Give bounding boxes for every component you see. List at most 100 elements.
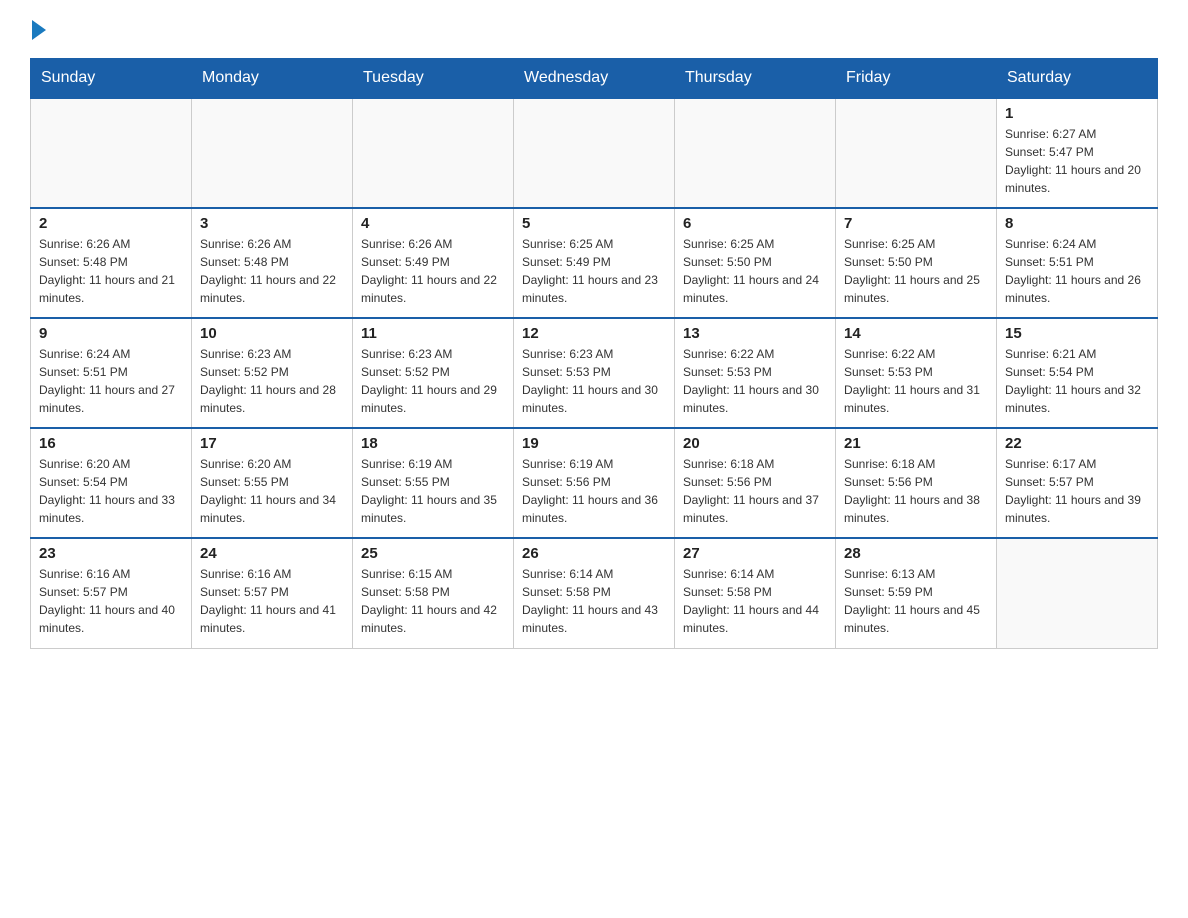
logo-triangle-icon: [32, 20, 46, 40]
day-info: Sunrise: 6:19 AMSunset: 5:56 PMDaylight:…: [522, 455, 666, 527]
day-info: Sunrise: 6:24 AMSunset: 5:51 PMDaylight:…: [39, 345, 183, 417]
day-number: 7: [844, 215, 988, 232]
calendar-header-friday: Friday: [836, 59, 997, 99]
day-number: 25: [361, 545, 505, 562]
week-row-3: 9 Sunrise: 6:24 AMSunset: 5:51 PMDaylight…: [31, 318, 1158, 428]
calendar-cell: 20 Sunrise: 6:18 AMSunset: 5:56 PMDayligh…: [675, 428, 836, 538]
calendar-header-row: SundayMondayTuesdayWednesdayThursdayFrid…: [31, 59, 1158, 99]
day-number: 22: [1005, 435, 1149, 452]
calendar-header-thursday: Thursday: [675, 59, 836, 99]
day-info: Sunrise: 6:19 AMSunset: 5:55 PMDaylight:…: [361, 455, 505, 527]
page-header: [30, 20, 1158, 40]
day-info: Sunrise: 6:16 AMSunset: 5:57 PMDaylight:…: [200, 565, 344, 637]
calendar-cell: 12 Sunrise: 6:23 AMSunset: 5:53 PMDayligh…: [514, 318, 675, 428]
calendar-cell: 6 Sunrise: 6:25 AMSunset: 5:50 PMDaylight…: [675, 208, 836, 318]
calendar-cell: 23 Sunrise: 6:16 AMSunset: 5:57 PMDayligh…: [31, 538, 192, 648]
calendar-cell: 2Sunrise: 6:26 AMSunset: 5:48 PMDaylight…: [31, 208, 192, 318]
calendar-header-sunday: Sunday: [31, 59, 192, 99]
calendar-cell: 13 Sunrise: 6:22 AMSunset: 5:53 PMDayligh…: [675, 318, 836, 428]
calendar-cell: 7 Sunrise: 6:25 AMSunset: 5:50 PMDaylight…: [836, 208, 997, 318]
calendar-cell: 26 Sunrise: 6:14 AMSunset: 5:58 PMDayligh…: [514, 538, 675, 648]
day-info: Sunrise: 6:23 AMSunset: 5:52 PMDaylight:…: [361, 345, 505, 417]
day-number: 5: [522, 215, 666, 232]
day-number: 21: [844, 435, 988, 452]
calendar-table: SundayMondayTuesdayWednesdayThursdayFrid…: [30, 58, 1158, 649]
day-info: Sunrise: 6:13 AMSunset: 5:59 PMDaylight:…: [844, 565, 988, 637]
calendar-cell: 18 Sunrise: 6:19 AMSunset: 5:55 PMDayligh…: [353, 428, 514, 538]
day-info: Sunrise: 6:20 AMSunset: 5:55 PMDaylight:…: [200, 455, 344, 527]
calendar-header-saturday: Saturday: [997, 59, 1158, 99]
week-row-5: 23 Sunrise: 6:16 AMSunset: 5:57 PMDayligh…: [31, 538, 1158, 648]
day-number: 6: [683, 215, 827, 232]
day-info: Sunrise: 6:26 AMSunset: 5:48 PMDaylight:…: [200, 235, 344, 307]
day-number: 2: [39, 215, 183, 232]
day-info: Sunrise: 6:18 AMSunset: 5:56 PMDaylight:…: [683, 455, 827, 527]
day-number: 15: [1005, 325, 1149, 342]
calendar-cell: 3 Sunrise: 6:26 AMSunset: 5:48 PMDaylight…: [192, 208, 353, 318]
calendar-cell: 21 Sunrise: 6:18 AMSunset: 5:56 PMDayligh…: [836, 428, 997, 538]
day-number: 11: [361, 325, 505, 342]
calendar-cell: 10 Sunrise: 6:23 AMSunset: 5:52 PMDayligh…: [192, 318, 353, 428]
calendar-cell: 16Sunrise: 6:20 AMSunset: 5:54 PMDayligh…: [31, 428, 192, 538]
calendar-cell: 22 Sunrise: 6:17 AMSunset: 5:57 PMDayligh…: [997, 428, 1158, 538]
day-info: Sunrise: 6:17 AMSunset: 5:57 PMDaylight:…: [1005, 455, 1149, 527]
calendar-cell: 1 Sunrise: 6:27 AMSunset: 5:47 PMDaylight…: [997, 98, 1158, 208]
calendar-cell: 28 Sunrise: 6:13 AMSunset: 5:59 PMDayligh…: [836, 538, 997, 648]
calendar-header-wednesday: Wednesday: [514, 59, 675, 99]
day-number: 9: [39, 325, 183, 342]
day-info: Sunrise: 6:25 AMSunset: 5:50 PMDaylight:…: [683, 235, 827, 307]
calendar-cell: 15 Sunrise: 6:21 AMSunset: 5:54 PMDayligh…: [997, 318, 1158, 428]
week-row-1: 1 Sunrise: 6:27 AMSunset: 5:47 PMDaylight…: [31, 98, 1158, 208]
calendar-cell: 17 Sunrise: 6:20 AMSunset: 5:55 PMDayligh…: [192, 428, 353, 538]
calendar-cell: 25 Sunrise: 6:15 AMSunset: 5:58 PMDayligh…: [353, 538, 514, 648]
week-row-2: 2 Sunrise: 6:26 AMSunset: 5:48 PMDaylight…: [31, 208, 1158, 318]
calendar-cell: [31, 98, 192, 208]
day-info: Sunrise: 6:27 AMSunset: 5:47 PMDaylight:…: [1005, 125, 1149, 197]
day-number: 4: [361, 215, 505, 232]
day-number: 3: [200, 215, 344, 232]
day-info: Sunrise: 6:23 AMSunset: 5:52 PMDaylight:…: [200, 345, 344, 417]
calendar-cell: 9 Sunrise: 6:24 AMSunset: 5:51 PMDaylight…: [31, 318, 192, 428]
day-info: Sunrise: 6:14 AMSunset: 5:58 PMDaylight:…: [683, 565, 827, 637]
day-info: Sunrise: 6:15 AMSunset: 5:58 PMDaylight:…: [361, 565, 505, 637]
calendar-cell: [514, 98, 675, 208]
day-number: 10: [200, 325, 344, 342]
day-number: 20: [683, 435, 827, 452]
day-info: Sunrise: 6:25 AMSunset: 5:49 PMDaylight:…: [522, 235, 666, 307]
day-number: 12: [522, 325, 666, 342]
day-info: Sunrise: 6:22 AMSunset: 5:53 PMDaylight:…: [844, 345, 988, 417]
day-info: Sunrise: 6:18 AMSunset: 5:56 PMDaylight:…: [844, 455, 988, 527]
calendar-cell: 4 Sunrise: 6:26 AMSunset: 5:49 PMDaylight…: [353, 208, 514, 318]
calendar-cell: 14 Sunrise: 6:22 AMSunset: 5:53 PMDayligh…: [836, 318, 997, 428]
calendar-cell: [997, 538, 1158, 648]
day-number: 13: [683, 325, 827, 342]
day-info: Sunrise: 6:23 AMSunset: 5:53 PMDaylight:…: [522, 345, 666, 417]
day-number: 23: [39, 545, 183, 562]
day-info: Sunrise: 6:21 AMSunset: 5:54 PMDaylight:…: [1005, 345, 1149, 417]
week-row-4: 16Sunrise: 6:20 AMSunset: 5:54 PMDayligh…: [31, 428, 1158, 538]
logo: [30, 20, 48, 40]
day-number: 8: [1005, 215, 1149, 232]
day-info: Sunrise: 6:26 AMSunset: 5:49 PMDaylight:…: [361, 235, 505, 307]
day-number: 28: [844, 545, 988, 562]
day-info: Sunrise: 6:24 AMSunset: 5:51 PMDaylight:…: [1005, 235, 1149, 307]
calendar-cell: 27Sunrise: 6:14 AMSunset: 5:58 PMDayligh…: [675, 538, 836, 648]
day-number: 18: [361, 435, 505, 452]
calendar-cell: [192, 98, 353, 208]
day-info: Sunrise: 6:14 AMSunset: 5:58 PMDaylight:…: [522, 565, 666, 637]
day-number: 26: [522, 545, 666, 562]
day-number: 1: [1005, 105, 1149, 122]
calendar-cell: 5 Sunrise: 6:25 AMSunset: 5:49 PMDaylight…: [514, 208, 675, 318]
calendar-cell: 8 Sunrise: 6:24 AMSunset: 5:51 PMDaylight…: [997, 208, 1158, 318]
day-info: Sunrise: 6:16 AMSunset: 5:57 PMDaylight:…: [39, 565, 183, 637]
calendar-cell: [836, 98, 997, 208]
day-info: Sunrise: 6:25 AMSunset: 5:50 PMDaylight:…: [844, 235, 988, 307]
calendar-cell: [675, 98, 836, 208]
calendar-header-tuesday: Tuesday: [353, 59, 514, 99]
day-number: 24: [200, 545, 344, 562]
day-number: 14: [844, 325, 988, 342]
day-number: 16: [39, 435, 183, 452]
day-number: 17: [200, 435, 344, 452]
day-info: Sunrise: 6:22 AMSunset: 5:53 PMDaylight:…: [683, 345, 827, 417]
day-number: 19: [522, 435, 666, 452]
